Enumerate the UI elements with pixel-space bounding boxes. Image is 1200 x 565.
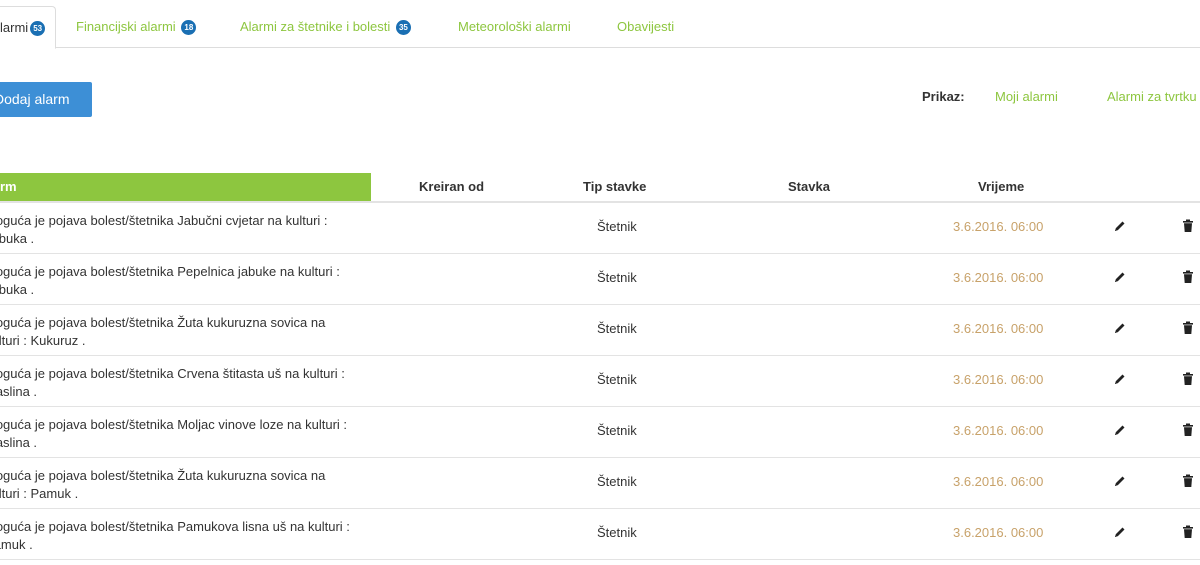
trash-icon[interactable] — [1182, 270, 1198, 286]
tab-financijski-alarmi[interactable]: Financijski alarmi 18 — [76, 6, 197, 48]
tab-bar: larmi 53 Financijski alarmi 18 Alarmi za … — [0, 6, 1200, 49]
time-cell: 3.6.2016. 06:00 — [953, 474, 1044, 489]
item-type-cell: Štetnik — [597, 423, 637, 438]
time-cell: 3.6.2016. 06:00 — [953, 321, 1044, 336]
column-header-time[interactable]: Vrijeme — [978, 173, 1024, 201]
alarm-text: Moguća je pojava bolest/štetnika Moljac … — [0, 417, 348, 450]
tab-label: Financijski alarmi — [76, 19, 176, 34]
pencil-icon[interactable] — [1113, 270, 1129, 286]
alarm-text-cell: Moguća je pojava bolest/štetnika Žuta ku… — [0, 467, 366, 503]
tab-label: larmi — [0, 20, 29, 35]
trash-icon[interactable] — [1182, 474, 1198, 490]
column-header-created-by[interactable]: Kreiran od — [419, 173, 484, 201]
time-cell: 3.6.2016. 06:00 — [953, 372, 1044, 387]
pencil-icon[interactable] — [1113, 321, 1129, 337]
alarm-text-cell: Moguća je pojava bolest/štetnika Jabučni… — [0, 212, 366, 248]
table-row[interactable]: Moguća je pojava bolest/štetnika Žuta ku… — [0, 458, 1200, 509]
trash-icon[interactable] — [1182, 525, 1198, 541]
trash-icon[interactable] — [1182, 423, 1198, 439]
column-header-item-type[interactable]: Tip stavke — [583, 173, 646, 201]
alarm-text: Moguća je pojava bolest/štetnika Crvena … — [0, 366, 345, 399]
alarm-text: Moguća je pojava bolest/štetnika Pepelni… — [0, 264, 340, 297]
alarm-text-cell: Moguća je pojava bolest/štetnika Moljac … — [0, 416, 366, 452]
alarms-page: larmi 53 Financijski alarmi 18 Alarmi za … — [0, 0, 1200, 565]
tab-meteoroloski-alarmi[interactable]: Meteorološki alarmi — [458, 6, 571, 48]
alarm-text: Moguća je pojava bolest/štetnika Jabučni… — [0, 213, 328, 246]
time-cell: 3.6.2016. 06:00 — [953, 270, 1044, 285]
table-row[interactable]: Moguća je pojava bolest/štetnika Moljac … — [0, 407, 1200, 458]
alarm-text-cell: Moguća je pojava bolest/štetnika Crvena … — [0, 365, 366, 401]
pencil-icon[interactable] — [1113, 474, 1129, 490]
alarm-text-cell: Moguća je pojava bolest/štetnika Pepelni… — [0, 263, 366, 299]
table-row[interactable]: Moguća je pojava bolest/štetnika Crvena … — [0, 356, 1200, 407]
tab-stetnici-bolesti[interactable]: Alarmi za štetnike i bolesti 35 — [240, 6, 411, 48]
pencil-icon[interactable] — [1113, 525, 1129, 541]
tab-label: Alarmi za štetnike i bolesti — [240, 19, 391, 34]
time-cell: 3.6.2016. 06:00 — [953, 525, 1044, 540]
table-row[interactable]: Moguća je pojava bolest/štetnika Jabučni… — [0, 203, 1200, 254]
add-alarm-button[interactable]: Dodaj alarm — [0, 82, 92, 117]
table-row[interactable]: Moguća je pojava bolest/štetnika Žuta ku… — [0, 305, 1200, 356]
tab-alarmi[interactable]: larmi 53 — [0, 6, 57, 49]
alarm-text: Moguća je pojava bolest/štetnika Žuta ku… — [0, 468, 326, 501]
item-type-cell: Štetnik — [597, 321, 637, 336]
item-type-cell: Štetnik — [597, 372, 637, 387]
trash-icon[interactable] — [1182, 321, 1198, 337]
alarm-text-cell: Moguća je pojava bolest/štetnika Žuta ku… — [0, 314, 366, 350]
time-cell: 3.6.2016. 06:00 — [953, 219, 1044, 234]
item-type-cell: Štetnik — [597, 525, 637, 540]
tab-obavijesti[interactable]: Obavijesti — [617, 6, 674, 48]
tab-label: Obavijesti — [617, 19, 675, 34]
item-type-cell: Štetnik — [597, 270, 637, 285]
alarm-text: Moguća je pojava bolest/štetnika Pamukov… — [0, 519, 350, 552]
pencil-icon[interactable] — [1113, 372, 1129, 388]
item-type-cell: Štetnik — [597, 474, 637, 489]
trash-icon[interactable] — [1182, 219, 1198, 235]
table-row[interactable]: Moguća je pojava bolest/štetnika Pamukov… — [0, 509, 1200, 560]
count-badge: 35 — [395, 20, 411, 35]
alarm-text: Moguća je pojava bolest/štetnika Žuta ku… — [0, 315, 326, 348]
pencil-icon[interactable] — [1113, 219, 1129, 235]
view-label: Prikaz: — [922, 89, 965, 104]
tab-label: Meteorološki alarmi — [458, 19, 571, 34]
pencil-icon[interactable] — [1113, 423, 1129, 439]
time-cell: 3.6.2016. 06:00 — [953, 423, 1044, 438]
column-header-label: rm — [0, 179, 17, 194]
column-header-item[interactable]: Stavka — [788, 173, 830, 201]
count-badge: 18 — [181, 20, 197, 35]
trash-icon[interactable] — [1182, 372, 1198, 388]
table-row[interactable]: Moguća je pojava bolest/štetnika Pepelni… — [0, 254, 1200, 305]
column-header-alarm[interactable]: rm — [0, 173, 371, 201]
item-type-cell: Štetnik — [597, 219, 637, 234]
filter-my-alarms[interactable]: Moji alarmi — [995, 89, 1058, 104]
count-badge: 53 — [30, 21, 46, 36]
filter-company-alarms[interactable]: Alarmi za tvrtku — [1107, 89, 1197, 104]
alarm-text-cell: Moguća je pojava bolest/štetnika Pamukov… — [0, 518, 366, 554]
